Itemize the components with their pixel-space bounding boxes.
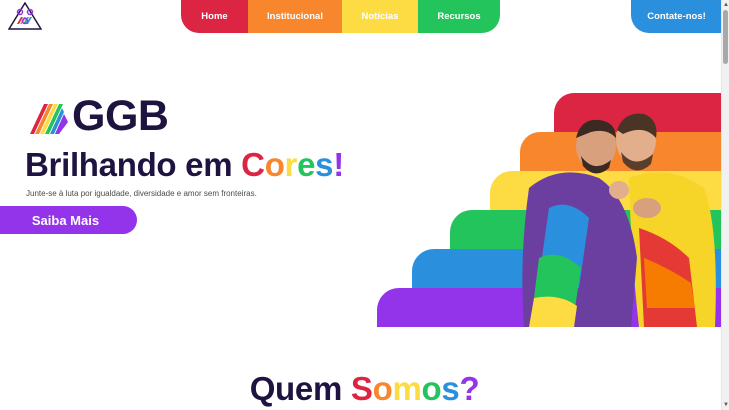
page-scrollbar[interactable]: ▲ ▼ bbox=[721, 0, 729, 410]
headline-letter-c: C bbox=[241, 146, 265, 183]
headline-letter-r: r bbox=[284, 146, 298, 183]
contact-button[interactable]: Contate-nos! bbox=[631, 0, 722, 33]
brand-logo: GGB bbox=[30, 92, 169, 140]
main-nav: Home Institucional Notícias Recursos bbox=[181, 0, 500, 33]
headline-letter-s: s bbox=[315, 146, 334, 183]
section-title-quem-somos: Quem Somos? bbox=[0, 370, 729, 408]
headline-prefix: Brilhando em bbox=[25, 146, 242, 183]
section-title-suffix: ? bbox=[459, 370, 480, 407]
logo-triangle-icon[interactable] bbox=[8, 2, 42, 30]
headline-letter-o: o bbox=[264, 146, 285, 183]
section-letter-o2: o bbox=[421, 370, 442, 407]
nav-recursos[interactable]: Recursos bbox=[418, 0, 500, 33]
section-letter-o1: o bbox=[372, 370, 393, 407]
scroll-thumb[interactable] bbox=[723, 10, 728, 64]
headline-suffix: ! bbox=[333, 146, 344, 183]
hero-subtitle: Junte-se à luta por igualdade, diversida… bbox=[26, 189, 257, 198]
top-bar: Home Institucional Notícias Recursos Con… bbox=[0, 0, 722, 34]
saiba-mais-button[interactable]: Saiba Mais bbox=[0, 206, 137, 234]
nav-home[interactable]: Home bbox=[181, 0, 248, 33]
scroll-up-icon[interactable]: ▲ bbox=[723, 1, 729, 9]
section-letter-s2: s bbox=[441, 370, 460, 407]
brand-name: GGB bbox=[72, 92, 169, 140]
hero-couple-photo bbox=[522, 113, 716, 327]
hero-headline: Brilhando em Cores! bbox=[25, 146, 344, 184]
headline-letter-e: e bbox=[297, 146, 316, 183]
section-title-prefix: Quem bbox=[249, 370, 351, 407]
nav-noticias[interactable]: Notícias bbox=[342, 0, 418, 33]
nav-institucional[interactable]: Institucional bbox=[248, 0, 342, 33]
pride-triangle-icon bbox=[30, 104, 68, 134]
section-letter-s: S bbox=[350, 370, 373, 407]
section-letter-m: m bbox=[392, 370, 422, 407]
